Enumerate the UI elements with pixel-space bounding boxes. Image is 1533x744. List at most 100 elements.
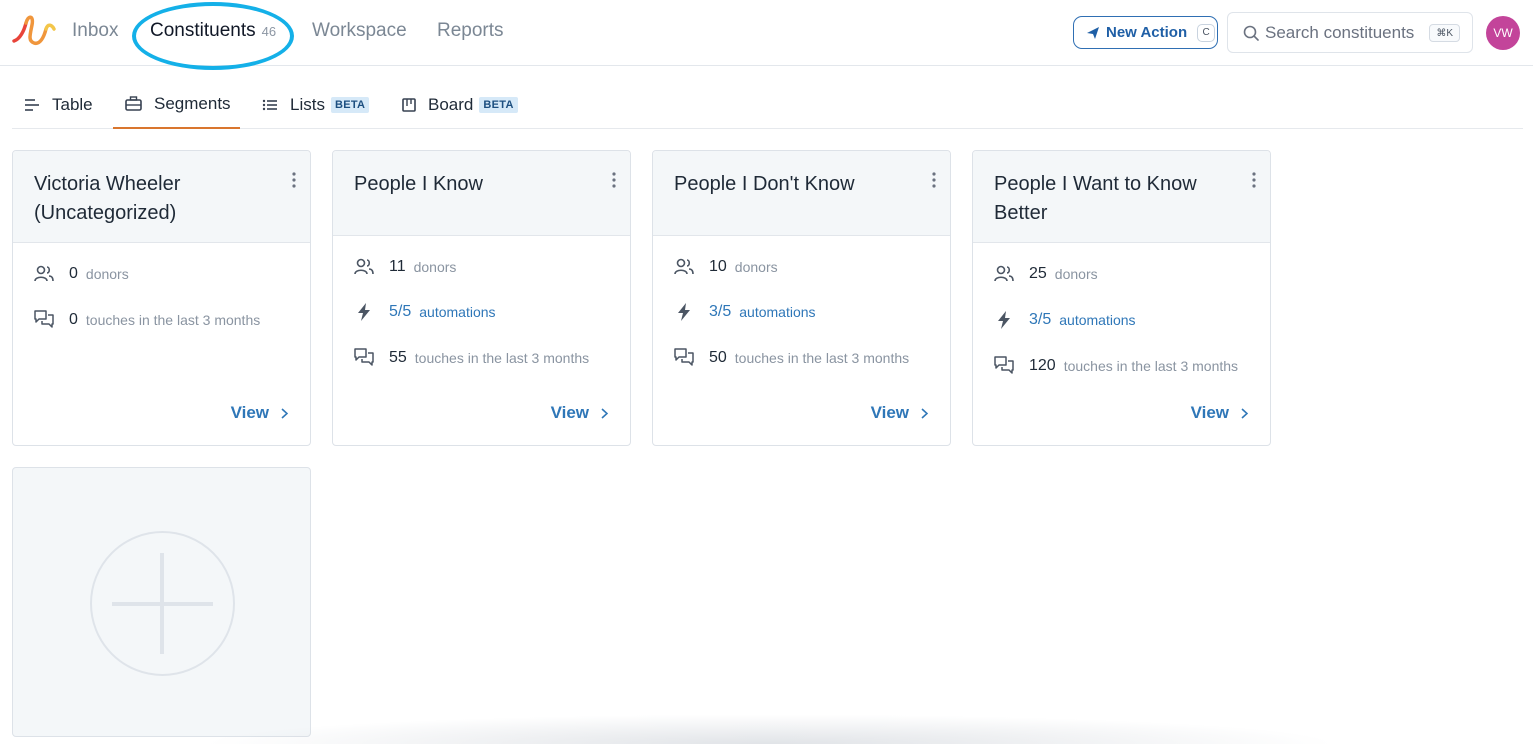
user-avatar[interactable]: VW [1486,16,1520,50]
tab-segments[interactable]: Segments [113,80,240,129]
donors-label: donors [85,266,129,282]
donors-label: donors [413,259,457,275]
search-input[interactable]: Search constituents ⌘K [1227,12,1473,53]
bottom-shadow [200,714,1340,744]
segment-card-header: People I Want to Know Better [973,151,1270,243]
donors-stat: 11 donors [354,258,456,276]
segment-title: Victoria Wheeler (Uncategorized) [34,173,181,224]
chevron-right-icon [1241,407,1248,419]
view-segment-link[interactable]: View [231,403,288,423]
donors-stat: 25 donors [994,265,1098,283]
lightning-icon [358,303,370,321]
automations-label: automations [739,304,816,320]
segments-icon [125,96,142,111]
people-icon [674,258,694,275]
tab-board[interactable]: Board BETA [402,80,518,129]
touches-count: 0 [69,310,78,328]
tab-board-label: Board [428,94,474,114]
segment-card: Victoria Wheeler (Uncategorized) 0 donor… [12,150,311,446]
chat-bubbles-icon [674,348,694,366]
nav-workspace-label: Workspace [312,20,407,41]
more-options-icon[interactable] [932,172,936,188]
automations-count: 3/5 [709,303,732,320]
nav-workspace[interactable]: Workspace [312,20,407,42]
tab-segments-label: Segments [154,93,231,113]
nav-inbox[interactable]: Inbox [72,20,118,42]
lightning-icon [678,303,690,321]
plus-icon-vertical [160,553,164,654]
automations-count: 5/5 [389,303,412,320]
view-tabs: Table Segments Lists BETA Board BETA [12,80,1523,129]
automations-count: 3/5 [1029,311,1052,328]
chat-bubbles-icon [994,356,1014,374]
tab-table-label: Table [52,94,93,114]
send-icon [1087,26,1099,39]
people-icon [994,265,1014,282]
segment-card: People I Don't Know 10 donors 3/5 automa… [652,150,951,446]
touches-count: 120 [1029,356,1056,374]
list-icon [262,99,277,110]
automations-stat[interactable]: 5/5 automations [354,302,496,322]
lightning-icon [998,311,1010,329]
new-action-shortcut: C [1197,23,1216,42]
touches-stat: 55 touches in the last 3 months [354,348,589,367]
touches-label: touches in the last 3 months [734,349,910,366]
view-segment-link[interactable]: View [871,403,928,423]
search-placeholder: Search constituents [1265,22,1415,42]
search-shortcut: ⌘K [1429,24,1460,42]
touches-count: 50 [709,348,727,366]
nav-reports-label: Reports [437,20,504,41]
chevron-right-icon [281,407,288,419]
tab-lists[interactable]: Lists BETA [262,80,370,129]
board-icon [402,97,416,112]
view-segment-link[interactable]: View [551,403,608,423]
segment-card-header: Victoria Wheeler (Uncategorized) [13,151,310,243]
donors-count: 11 [389,258,406,275]
beta-badge: BETA [330,96,370,113]
add-segment-card[interactable] [12,467,311,737]
segment-title: People I Want to Know Better [994,173,1197,224]
touches-label: touches in the last 3 months [1063,357,1239,374]
view-segment-link[interactable]: View [1191,403,1248,423]
donors-label: donors [734,259,778,275]
view-label: View [230,403,269,422]
view-label: View [1190,403,1229,422]
people-icon [354,258,374,275]
chat-bubbles-icon [354,348,374,366]
chevron-right-icon [601,407,608,419]
beta-badge: BETA [479,96,518,113]
view-label: View [870,403,909,422]
touches-stat: 50 touches in the last 3 months [674,348,909,367]
tab-table[interactable]: Table [24,80,93,129]
more-options-icon[interactable] [1252,172,1256,188]
new-action-button[interactable]: New Action C [1073,16,1218,49]
app-logo[interactable] [10,11,56,49]
more-options-icon[interactable] [612,172,616,188]
view-label: View [550,403,589,422]
segment-title: People I Don't Know [674,173,855,195]
highlight-annotation-ring [132,2,294,70]
automations-stat[interactable]: 3/5 automations [674,302,816,322]
automations-label: automations [1059,312,1136,328]
segment-title: People I Know [354,173,483,195]
more-options-icon[interactable] [292,172,296,188]
donors-count: 0 [69,265,78,282]
search-icon [1243,25,1259,41]
touches-stat: 0 touches in the last 3 months [34,310,260,329]
tab-lists-label: Lists [290,94,325,114]
nav-reports[interactable]: Reports [437,20,504,42]
donors-count: 25 [1029,265,1047,282]
top-navigation-bar: Inbox Constituents 46 Workspace Reports N… [0,0,1533,70]
automations-label: automations [419,304,496,320]
touches-count: 55 [389,348,407,366]
donors-stat: 0 donors [34,265,129,283]
segment-card-header: People I Don't Know [653,151,950,236]
new-action-label: New Action [1106,24,1188,41]
segment-card-header: People I Know [333,151,630,236]
chevron-right-icon [921,407,928,419]
donors-label: donors [1054,266,1098,282]
chat-bubbles-icon [34,310,54,328]
nav-inbox-label: Inbox [72,20,119,41]
touches-label: touches in the last 3 months [85,311,261,328]
automations-stat[interactable]: 3/5 automations [994,310,1136,330]
